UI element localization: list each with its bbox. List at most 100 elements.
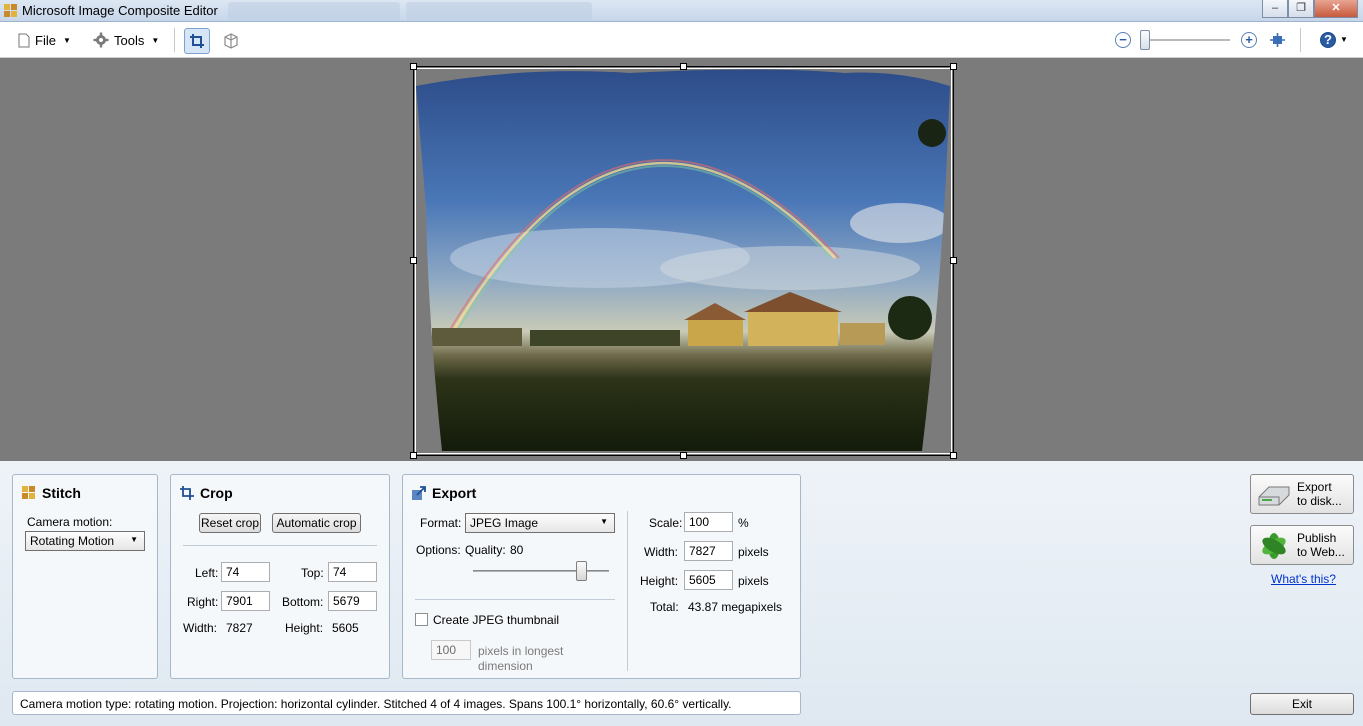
zoom-in-button[interactable]: +: [1241, 32, 1257, 48]
crop-title: Crop: [180, 485, 233, 501]
reset-crop-button[interactable]: Reset crop: [199, 513, 261, 533]
background-window-tab: [406, 2, 592, 20]
disk-drive-icon: [1258, 486, 1290, 506]
crop-handle-top-left[interactable]: [410, 63, 417, 70]
format-select[interactable]: JPEG Image ▼: [465, 513, 615, 533]
toolbar-divider: [174, 28, 175, 52]
crop-left-input[interactable]: [221, 562, 270, 582]
fit-to-window-icon[interactable]: [1269, 32, 1286, 48]
exit-button[interactable]: Exit: [1250, 693, 1354, 715]
export-height-label: Height:: [640, 574, 679, 588]
format-value: JPEG Image: [470, 516, 539, 530]
leaf-icon: [1262, 533, 1286, 559]
toolbar-divider: [1300, 28, 1301, 52]
document-icon: [18, 33, 30, 47]
scale-input[interactable]: [684, 512, 733, 532]
title-bar: Microsoft Image Composite Editor – ❐ ✕: [0, 0, 1363, 22]
projection-tool-button[interactable]: [218, 28, 244, 54]
crop-handle-top-right[interactable]: [950, 63, 957, 70]
gear-icon: [93, 32, 109, 48]
export-to-disk-label-2: to disk...: [1297, 494, 1342, 508]
export-width-input[interactable]: [684, 541, 733, 561]
crop-handle-bottom[interactable]: [680, 452, 687, 459]
crop-right-input[interactable]: [221, 591, 270, 611]
quality-slider-thumb[interactable]: [576, 561, 588, 581]
crop-handle-top[interactable]: [680, 63, 687, 70]
app-icon: [4, 4, 17, 17]
automatic-crop-button[interactable]: Automatic crop: [272, 513, 361, 533]
crop-icon: [180, 486, 194, 500]
chevron-down-icon[interactable]: ▼: [1340, 35, 1348, 44]
crop-top-input[interactable]: [328, 562, 377, 582]
camera-motion-select[interactable]: Rotating Motion ▼: [25, 531, 145, 551]
publish-label-1: Publish: [1297, 531, 1337, 545]
camera-motion-value: Rotating Motion: [30, 534, 115, 548]
scale-unit: %: [738, 516, 749, 530]
total-label: Total:: [650, 600, 679, 614]
crop-height-label: Height:: [285, 621, 324, 635]
scale-label: Scale:: [649, 516, 683, 530]
stitch-title-text: Stitch: [42, 485, 81, 501]
minimize-button[interactable]: –: [1262, 0, 1288, 18]
close-button[interactable]: ✕: [1314, 0, 1358, 18]
publish-label-2: to Web...: [1297, 545, 1345, 559]
crop-tool-button[interactable]: [184, 28, 210, 54]
crop-bottom-label: Bottom:: [282, 595, 324, 609]
tools-menu-label: Tools: [114, 32, 145, 48]
image-canvas[interactable]: [0, 58, 1363, 461]
export-height-unit: pixels: [738, 574, 769, 588]
crop-icon: [190, 34, 204, 48]
export-width-unit: pixels: [738, 545, 769, 559]
jpeg-thumbnail-label: Create JPEG thumbnail: [433, 613, 560, 627]
cube-icon: [224, 33, 238, 49]
divider: [627, 511, 628, 671]
quality-value: 80: [510, 543, 524, 557]
file-menu[interactable]: File ▼: [18, 31, 71, 49]
jpeg-thumbnail-checkbox[interactable]: [415, 613, 428, 626]
bottom-panel: Stitch Camera motion: Rotating Motion ▼ …: [0, 461, 1363, 726]
crop-handle-right[interactable]: [950, 257, 957, 264]
chevron-down-icon: ▼: [62, 35, 71, 45]
restore-button[interactable]: ❐: [1288, 0, 1314, 18]
stitch-title: Stitch: [22, 485, 81, 501]
crop-bottom-input[interactable]: [328, 591, 377, 611]
chevron-down-icon: ▼: [151, 35, 160, 45]
crop-height-value: 5605: [332, 621, 359, 635]
zoom-out-button[interactable]: −: [1115, 32, 1131, 48]
total-value: 43.87 megapixels: [688, 600, 783, 614]
export-title: Export: [412, 485, 476, 501]
zoom-slider[interactable]: [1140, 39, 1230, 41]
chevron-down-icon: ▼: [600, 517, 608, 526]
window-title: Microsoft Image Composite Editor: [22, 3, 218, 18]
file-menu-label: File: [35, 32, 56, 48]
crop-right-label: Right:: [187, 595, 219, 609]
whats-this-link[interactable]: What's this?: [1271, 572, 1336, 586]
crop-width-value: 7827: [226, 621, 253, 635]
thumbnail-size-input[interactable]: [431, 640, 471, 660]
crop-handle-bottom-right[interactable]: [950, 452, 957, 459]
quality-slider[interactable]: [473, 570, 609, 572]
publish-to-web-button[interactable]: Publish to Web...: [1250, 525, 1354, 565]
status-bar: Camera motion type: rotating motion. Pro…: [12, 691, 801, 715]
crop-handle-left[interactable]: [410, 257, 417, 264]
crop-width-label: Width:: [183, 621, 218, 635]
export-height-input[interactable]: [684, 570, 733, 590]
divider: [415, 599, 615, 600]
thumbnail-size-label: pixels in longest: [478, 644, 564, 658]
options-label: Options:: [416, 543, 461, 557]
export-panel: Export Format: JPEG Image ▼ Options: Qua…: [402, 474, 801, 679]
crop-rectangle[interactable]: [413, 66, 954, 456]
crop-left-label: Left:: [195, 566, 219, 580]
tools-menu[interactable]: Tools ▼: [93, 31, 159, 49]
divider: [183, 545, 377, 546]
export-to-disk-label-1: Export: [1297, 480, 1332, 494]
crop-top-label: Top:: [301, 566, 324, 580]
export-icon: [412, 486, 426, 500]
crop-handle-bottom-left[interactable]: [410, 452, 417, 459]
stitch-panel: Stitch Camera motion: Rotating Motion ▼: [12, 474, 158, 679]
zoom-slider-thumb[interactable]: [1139, 30, 1150, 50]
camera-motion-label: Camera motion:: [27, 515, 113, 529]
background-window-tab: [228, 2, 400, 20]
help-button[interactable]: ?: [1320, 32, 1336, 48]
export-to-disk-button[interactable]: Export to disk...: [1250, 474, 1354, 514]
